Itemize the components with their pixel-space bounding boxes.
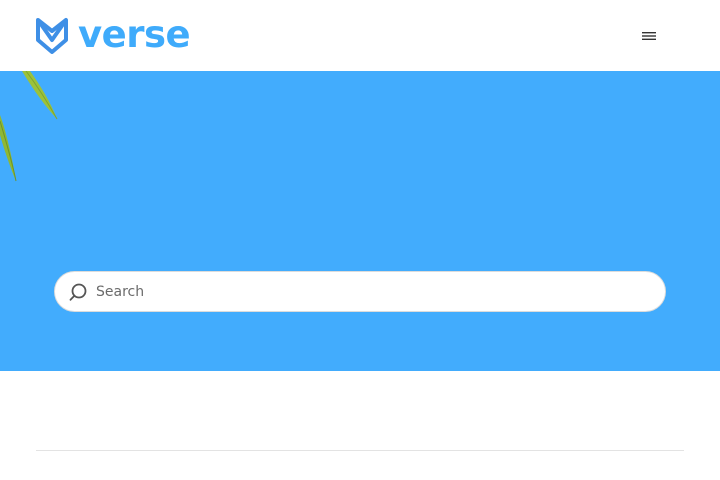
search-bar[interactable] xyxy=(54,271,666,312)
logo-text: verse xyxy=(78,13,191,56)
content-divider xyxy=(36,450,684,451)
verse-logo[interactable]: verse xyxy=(36,13,191,56)
search-input[interactable] xyxy=(95,272,655,311)
menu-button[interactable] xyxy=(638,26,660,46)
hero-banner xyxy=(0,71,720,371)
verse-logo-icon xyxy=(36,18,68,54)
leaves-icon xyxy=(0,71,58,182)
hamburger-menu-icon xyxy=(642,32,656,40)
site-header: verse xyxy=(0,0,720,71)
search-icon xyxy=(69,283,87,301)
